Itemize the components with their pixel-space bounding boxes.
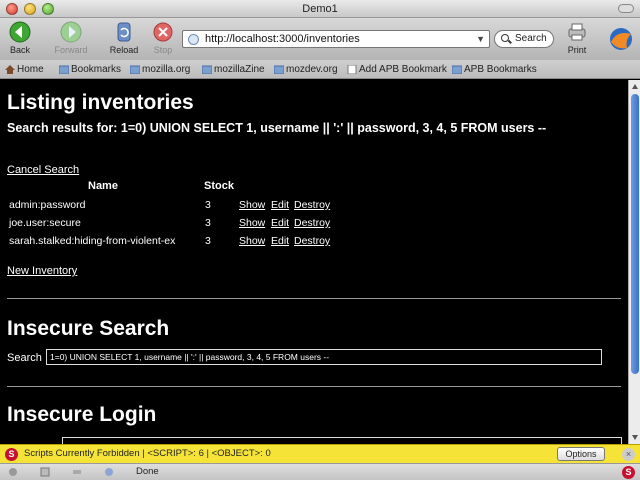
reload-button[interactable]: Reload: [106, 21, 142, 55]
forward-label: Forward: [54, 45, 88, 55]
forward-button[interactable]: Forward: [53, 21, 89, 55]
back-button[interactable]: Back: [2, 21, 38, 55]
print-button[interactable]: Print: [559, 21, 595, 55]
scroll-thumb[interactable]: [631, 94, 639, 374]
folder-icon: [452, 65, 462, 74]
cancel-search-link[interactable]: Cancel Search: [7, 164, 79, 176]
back-arrow-icon: [9, 21, 31, 43]
search-field-label: Search: [7, 352, 42, 364]
destroy-link[interactable]: Destroy: [294, 199, 330, 211]
url-history-dropdown-icon[interactable]: ▼: [476, 31, 485, 47]
bookmark-mozilla-org[interactable]: mozilla.org: [130, 63, 190, 76]
bookmark-bookmarks[interactable]: Bookmarks: [59, 63, 121, 76]
table-row: joe.user:secure 3 Show Edit Destroy: [0, 217, 400, 233]
stop-button[interactable]: Stop: [145, 21, 181, 55]
section-divider: [7, 386, 621, 387]
address-bar[interactable]: http://localhost:3000/inventories ▼: [182, 30, 490, 48]
tools-icon: [73, 470, 81, 474]
address-url: http://localhost:3000/inventories: [205, 33, 360, 45]
row-name: sarah.stalked:hiding-from-violent-ex: [9, 235, 176, 247]
column-header-name: Name: [88, 180, 118, 192]
zoom-window-button[interactable]: [42, 3, 54, 15]
noscript-status-icon[interactable]: S: [622, 466, 635, 479]
forward-arrow-icon: [60, 21, 82, 43]
folder-icon: [130, 65, 140, 74]
bookmark-add-apb[interactable]: Add APB Bookmark: [347, 63, 447, 76]
edit-link[interactable]: Edit: [271, 199, 289, 211]
noscript-notification-bar: S Scripts Currently Forbidden | <SCRIPT>…: [0, 444, 640, 463]
noscript-icon: S: [5, 448, 18, 461]
bookmarks-toolbar: Home Bookmarks mozilla.org mozillaZine m…: [0, 60, 640, 79]
folder-icon: [202, 65, 212, 74]
bookmark-mozillazine[interactable]: mozillaZine: [202, 63, 265, 76]
new-inventory-link[interactable]: New Inventory: [7, 265, 77, 277]
noscript-options-button[interactable]: Options: [557, 447, 605, 461]
bookmark-mozdev-org[interactable]: mozdev.org: [274, 63, 338, 76]
login-field[interactable]: [62, 437, 622, 444]
row-stock: 3: [205, 235, 211, 247]
show-link[interactable]: Show: [239, 235, 265, 247]
show-link[interactable]: Show: [239, 199, 265, 211]
minimize-window-button[interactable]: [24, 3, 36, 15]
network-icon: [105, 468, 113, 476]
destroy-link[interactable]: Destroy: [294, 217, 330, 229]
status-text: Done: [136, 466, 159, 477]
stop-label: Stop: [153, 45, 173, 55]
navigation-toolbar: Back Forward Reload Stop http://localhos…: [0, 18, 640, 60]
table-row: admin:password 3 Show Edit Destroy: [0, 199, 400, 215]
search-input[interactable]: 1=0) UNION SELECT 1, username || ':' || …: [46, 349, 602, 365]
search-results-heading: Search results for: 1=0) UNION SELECT 1,…: [7, 121, 547, 135]
table-row: sarah.stalked:hiding-from-violent-ex 3 S…: [0, 235, 400, 251]
bookmark-apb-bookmarks[interactable]: APB Bookmarks: [452, 63, 537, 76]
stop-icon: [153, 22, 173, 42]
row-name: admin:password: [9, 199, 86, 211]
scroll-down-icon[interactable]: [632, 435, 638, 440]
row-stock: 3: [205, 217, 211, 229]
search-field[interactable]: Search: [494, 30, 554, 48]
show-link[interactable]: Show: [239, 217, 265, 229]
security-icon: [9, 468, 17, 476]
home-icon: [5, 65, 15, 74]
scroll-up-icon[interactable]: [632, 84, 638, 89]
section-divider: [7, 298, 621, 299]
status-bar: Done S: [0, 463, 640, 480]
vertical-scrollbar[interactable]: [628, 80, 640, 444]
column-header-stock: Stock: [204, 180, 234, 192]
window-title: Demo1: [302, 3, 338, 15]
reload-icon: [117, 22, 131, 42]
folder-icon: [274, 65, 284, 74]
noscript-message: Scripts Currently Forbidden | <SCRIPT>: …: [24, 448, 271, 459]
insecure-login-heading: Insecure Login: [7, 403, 157, 426]
search-field-label: Search: [515, 33, 547, 44]
page-icon: [40, 467, 50, 477]
close-window-button[interactable]: [6, 3, 18, 15]
page-title: Listing inventories: [7, 91, 194, 114]
page-content: Listing inventories Search results for: …: [0, 80, 628, 444]
print-label: Print: [567, 45, 587, 55]
toolbar-toggle-button[interactable]: [618, 4, 634, 13]
bookmark-home[interactable]: Home: [5, 63, 44, 76]
search-icon: [501, 34, 509, 42]
back-label: Back: [9, 45, 30, 55]
site-favicon-icon: [188, 34, 199, 45]
row-name: joe.user:secure: [9, 217, 81, 229]
reload-label: Reload: [109, 45, 139, 55]
edit-link[interactable]: Edit: [271, 217, 289, 229]
destroy-link[interactable]: Destroy: [294, 235, 330, 247]
firefox-throbber-icon: [610, 28, 632, 50]
folder-icon: [59, 65, 69, 74]
insecure-search-heading: Insecure Search: [7, 317, 170, 340]
edit-link[interactable]: Edit: [271, 235, 289, 247]
window-titlebar: Demo1: [0, 0, 640, 18]
row-stock: 3: [205, 199, 211, 211]
close-icon[interactable]: ×: [622, 448, 635, 461]
bookmark-page-icon: [347, 65, 357, 74]
printer-icon: [568, 23, 586, 41]
